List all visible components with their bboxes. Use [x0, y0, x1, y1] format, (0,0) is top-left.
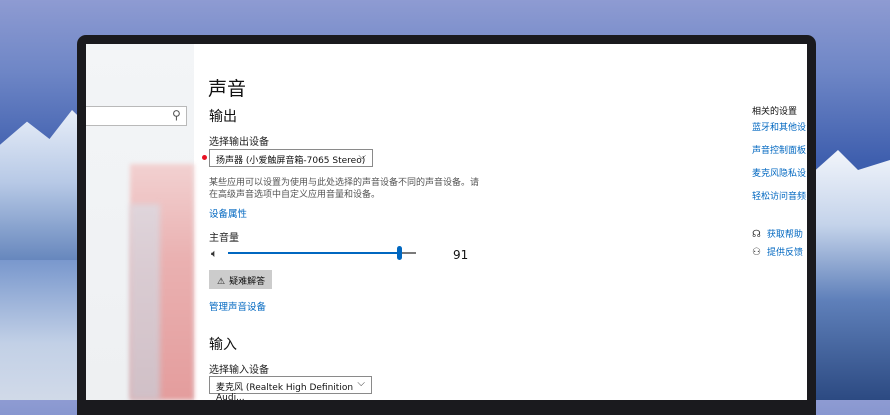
output-description: 某些应用可以设置为使用与此处选择的声音设备不同的声音设备。请在高级声音选项中自定…	[209, 178, 480, 200]
troubleshoot-label: 疑难解答	[229, 277, 266, 287]
related-link-bluetooth[interactable]: 蓝牙和其他设	[752, 120, 806, 133]
related-link-sound-control-panel[interactable]: 声音控制面板	[752, 143, 806, 156]
input-device-label: 选择输入设备	[209, 365, 269, 376]
give-feedback-label: 提供反馈	[766, 248, 803, 258]
volume-slider-fill	[228, 252, 399, 254]
troubleshoot-button[interactable]: ⚠ 疑难解答	[209, 270, 272, 289]
manage-sound-devices-link[interactable]: 管理声音设备	[209, 299, 266, 313]
chevron-down-icon: ⌵	[358, 151, 366, 162]
settings-window: ⚲ 声音 输出 选择输出设备 扬声器 (小爱触屏音箱-7065 Stereo) …	[86, 44, 807, 400]
volume-value: 91	[453, 248, 469, 262]
feedback-icon: ⚇	[752, 247, 761, 258]
help-icon: ☊	[752, 229, 761, 240]
search-icon[interactable]: ⚲	[172, 108, 181, 122]
give-feedback-link[interactable]: ⚇ 提供反馈	[752, 245, 803, 258]
input-device-select[interactable]: 麦克风 (Realtek High Definition Audi... ⌵	[209, 376, 372, 400]
related-link-microphone-privacy[interactable]: 麦克风隐私设	[752, 166, 806, 179]
master-volume-label: 主音量	[209, 233, 239, 244]
page-title: 声音	[208, 78, 247, 100]
status-dot	[202, 155, 207, 160]
get-help-label: 获取帮助	[766, 230, 803, 240]
chevron-down-icon: ⌵	[357, 378, 365, 389]
volume-slider-thumb[interactable]	[397, 246, 402, 260]
device-properties-link[interactable]: 设备属性	[209, 206, 247, 220]
related-settings-title: 相关的设置	[752, 107, 798, 117]
search-input[interactable]: ⚲	[86, 106, 187, 126]
output-section-header: 输出	[209, 109, 237, 125]
speaker-icon[interactable]: 🔈︎	[211, 247, 218, 261]
output-device-label: 选择输出设备	[209, 137, 269, 148]
volume-slider[interactable]	[228, 246, 416, 260]
input-device-value: 麦克风 (Realtek High Definition Audi...	[216, 383, 354, 400]
blurred-background-overlay	[130, 204, 160, 400]
related-link-ease-of-access-audio[interactable]: 轻松访问音频	[752, 189, 806, 202]
input-section-header: 输入	[209, 337, 237, 353]
output-device-value: 扬声器 (小爱触屏音箱-7065 Stereo)	[216, 156, 366, 166]
warning-icon: ⚠	[217, 277, 226, 287]
navigation-pane: ⚲	[86, 44, 194, 400]
get-help-link[interactable]: ☊ 获取帮助	[752, 227, 803, 240]
output-device-select[interactable]: 扬声器 (小爱触屏音箱-7065 Stereo) ⌵	[209, 149, 373, 167]
background-mountain-right	[810, 150, 890, 400]
